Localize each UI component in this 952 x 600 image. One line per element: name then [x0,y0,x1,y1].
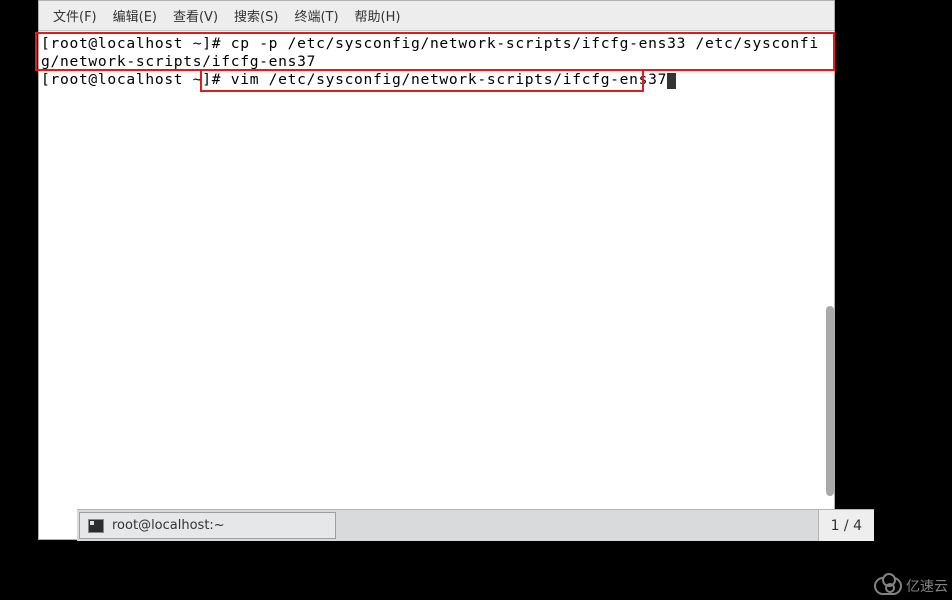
vertical-scrollbar[interactable] [826,306,834,496]
terminal-icon [88,519,104,533]
menu-view[interactable]: 查看(V) [165,2,226,29]
menu-file[interactable]: 文件(F) [45,2,105,29]
task-button-label: root@localhost:~ [112,518,225,533]
task-button-terminal[interactable]: root@localhost:~ [79,512,336,539]
prompt-line-2: [root@localhost ~]# [41,71,231,88]
command-vim: vim /etc/sysconfig/network-scripts/ifcfg… [231,71,667,88]
prompt-line-1: [root@localhost ~]# [41,35,231,52]
watermark-text: 亿速云 [906,576,948,596]
text-cursor [667,73,676,89]
terminal-window: 文件(F) 编辑(E) 查看(V) 搜索(S) 终端(T) 帮助(H) [roo… [38,0,835,540]
menu-terminal[interactable]: 终端(T) [286,2,346,29]
watermark: 亿速云 [874,576,948,596]
taskbar-spacer [338,510,818,541]
menu-edit[interactable]: 编辑(E) [105,2,165,29]
terminal-area[interactable]: [root@localhost ~]# cp -p /etc/sysconfig… [39,31,834,539]
terminal-content[interactable]: [root@localhost ~]# cp -p /etc/sysconfig… [39,31,834,539]
taskbar: root@localhost:~ 1 / 4 [77,509,874,541]
cloud-icon [874,577,902,595]
page-indicator[interactable]: 1 / 4 [818,510,874,541]
menu-bar: 文件(F) 编辑(E) 查看(V) 搜索(S) 终端(T) 帮助(H) [39,1,834,31]
menu-search[interactable]: 搜索(S) [226,2,286,29]
menu-help[interactable]: 帮助(H) [347,2,409,29]
